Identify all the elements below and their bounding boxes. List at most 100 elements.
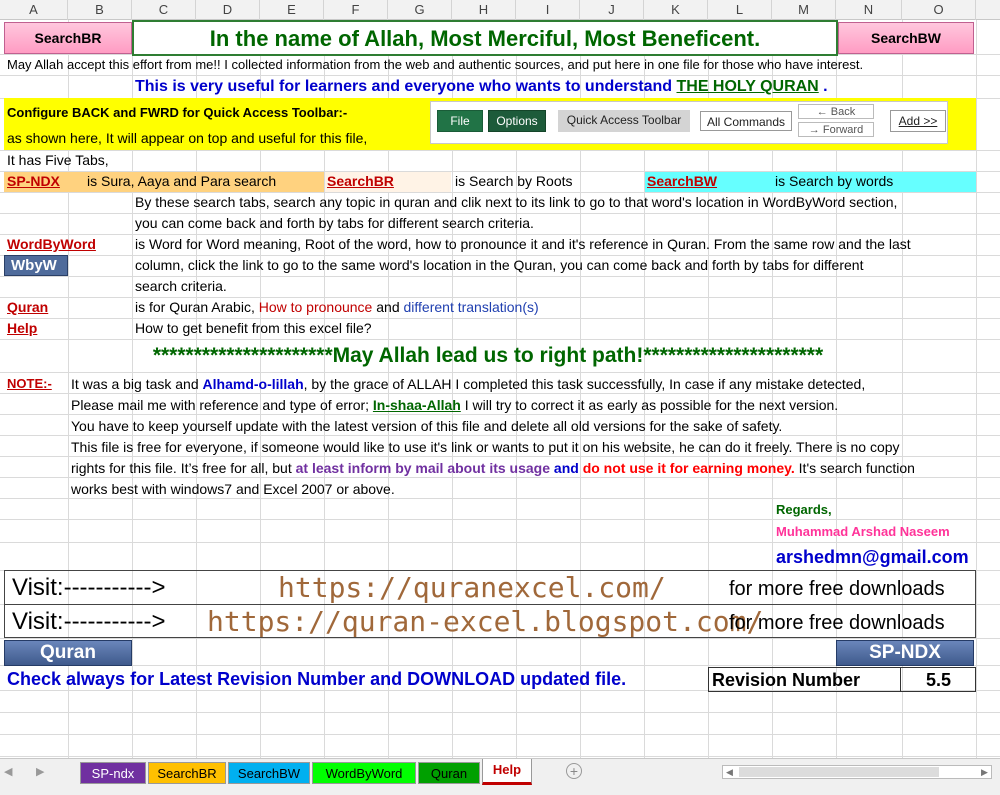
quran-row-part-4: different translation(s) — [403, 299, 539, 315]
forward-item[interactable]: → Forward — [798, 122, 874, 137]
regards-label: Regards, — [776, 502, 832, 517]
revision-value: 5.5 — [926, 670, 952, 690]
column-header-k[interactable]: K — [644, 0, 708, 20]
visit-note-1: for more free downloads — [729, 578, 945, 600]
five-tabs-text: It has Five Tabs, — [7, 152, 109, 168]
quick-access-toolbar-button[interactable]: Quick Access Toolbar — [558, 110, 690, 132]
searchbw-desc: is Search by words — [775, 173, 894, 189]
tab-searchbw[interactable]: SearchBW — [228, 762, 310, 784]
searchbr-button[interactable]: SearchBR — [4, 22, 132, 54]
add-button[interactable]: Add >> — [890, 110, 946, 132]
visit-label-2: Visit:-----------> — [12, 608, 166, 635]
note-line-2: Please mail me with reference and type o… — [71, 395, 838, 415]
note-5a: rights for this file. It’s free for all,… — [71, 460, 296, 476]
horizontal-scrollbar[interactable]: ◀ ▶ — [722, 765, 992, 779]
note-1a: It was a big task and — [71, 376, 203, 392]
note-line-5: rights for this file. It’s free for all,… — [71, 458, 915, 478]
column-header-bar: A B C D E F G H I J K L M N O — [0, 0, 1000, 20]
tab-wordbyword[interactable]: WordByWord — [312, 762, 416, 784]
column-header-i[interactable]: I — [516, 0, 580, 20]
back-label: Back — [830, 106, 856, 118]
tab-sp-ndx[interactable]: SP-ndx — [80, 762, 146, 784]
column-header-a[interactable]: A — [0, 0, 68, 20]
column-header-l[interactable]: L — [708, 0, 772, 20]
visit-url-2[interactable]: https://quran-excel.blogspot.com/ — [207, 605, 763, 639]
note-2a: Please mail me with reference and type o… — [71, 397, 373, 413]
revision-label: Revision Number — [712, 670, 861, 690]
note-5e: It's search function — [794, 460, 915, 476]
tab-quran[interactable]: Quran — [418, 762, 480, 784]
back-item[interactable]: ← Back — [798, 104, 874, 119]
hscroll-thumb[interactable] — [739, 767, 939, 777]
forward-label: Forward — [822, 124, 864, 136]
scroll-left-icon[interactable]: ◀ — [4, 765, 12, 778]
note-5b: at least inform by mail about its usage — [295, 460, 551, 476]
note-line-3: You have to keep yourself update with th… — [71, 418, 783, 434]
quran-row-part-2: How to pronounce — [258, 299, 373, 315]
spndx-desc: is Sura, Aaya and Para search — [87, 173, 277, 189]
wbw-line-2: column, click the link to go to the same… — [135, 257, 864, 273]
note-line-4: This file is free for everyone, if someo… — [71, 439, 900, 455]
help-row-text: How to get benefit from this excel file? — [135, 320, 372, 336]
spndx-link[interactable]: SP-NDX — [7, 171, 60, 191]
visit-note-2: for more free downloads — [729, 612, 945, 634]
page-title: In the name of Allah, Most Merciful, Mos… — [132, 20, 838, 56]
forward-arrow-icon: → — [808, 124, 823, 136]
column-header-j[interactable]: J — [580, 0, 644, 20]
scroll-right-icon[interactable]: ▶ — [36, 765, 44, 778]
visit-label-1: Visit:-----------> — [12, 574, 166, 601]
column-header-c[interactable]: C — [132, 0, 196, 20]
intro-line-2: This is very useful for learners and eve… — [135, 77, 828, 97]
column-header-o[interactable]: O — [902, 0, 976, 20]
wbyw-button[interactable]: WbyW — [4, 255, 68, 276]
toolbar-line-2: as shown here, It will appear on top and… — [7, 130, 368, 146]
search-line-2: you can come back and forth by tabs for … — [135, 215, 534, 231]
searchbw-button[interactable]: SearchBW — [838, 22, 974, 54]
search-line-1: By these search tabs, search any topic i… — [135, 194, 898, 210]
options-button[interactable]: Options — [488, 110, 546, 132]
toolbar-heading: Configure BACK and FWRD for Quick Access… — [7, 105, 348, 120]
quran-row-part-1: is for Quran Arabic, — [135, 299, 259, 315]
searchbr-link[interactable]: SearchBR — [327, 171, 394, 191]
wbw-line-3: search criteria. — [135, 278, 227, 294]
sheet-tabs-bar: ◀ ▶ SP-ndx SearchBR SearchBW WordByWord … — [0, 758, 1000, 795]
searchbw-link[interactable]: SearchBW — [647, 171, 717, 191]
note-5d: do not use it for earning money. — [582, 460, 795, 476]
tab-help[interactable]: Help — [482, 759, 532, 785]
all-commands-button[interactable]: All Commands — [700, 111, 792, 131]
column-header-f[interactable]: F — [324, 0, 388, 20]
wordbyword-link[interactable]: WordByWord — [7, 234, 96, 254]
right-path-banner: **********************May Allah lead us … — [152, 344, 824, 367]
intro-line-2-prefix: This is very useful for learners and eve… — [135, 78, 677, 95]
note-label: NOTE:- — [7, 376, 52, 391]
column-header-m[interactable]: M — [772, 0, 836, 20]
file-button[interactable]: File — [437, 110, 483, 132]
note-1c: , by the grace of ALLAH I completed this… — [303, 376, 866, 392]
visit-url-1[interactable]: https://quranexcel.com/ — [278, 571, 666, 605]
column-header-h[interactable]: H — [452, 0, 516, 20]
quran-row-text: is for Quran Arabic, How to pronounce an… — [135, 297, 539, 317]
note-line-1: It was a big task and Alhamd-o-lillah, b… — [71, 374, 865, 394]
help-link[interactable]: Help — [7, 318, 37, 338]
note-line-6: works best with windows7 and Excel 2007 … — [71, 481, 395, 497]
back-arrow-icon: ← — [816, 106, 831, 118]
quran-row-part-3: and — [372, 299, 404, 315]
column-header-e[interactable]: E — [260, 0, 324, 20]
note-1b: Alhamd-o-lillah — [202, 376, 304, 392]
hscroll-left-icon[interactable]: ◀ — [726, 766, 733, 779]
add-sheet-icon[interactable]: + — [566, 763, 582, 779]
revision-divider — [900, 667, 901, 692]
column-header-d[interactable]: D — [196, 0, 260, 20]
note-5c: and — [550, 460, 583, 476]
column-header-p — [976, 0, 1000, 20]
spndx-nav-button[interactable]: SP-NDX — [836, 640, 974, 666]
column-header-n[interactable]: N — [836, 0, 902, 20]
column-header-g[interactable]: G — [388, 0, 452, 20]
tab-searchbr[interactable]: SearchBR — [148, 762, 226, 784]
holy-quran-link[interactable]: THE HOLY QURAN — [676, 78, 818, 95]
author-email[interactable]: arshedmn@gmail.com — [776, 544, 969, 570]
quran-nav-button[interactable]: Quran — [4, 640, 132, 666]
quran-link[interactable]: Quran — [7, 297, 48, 317]
column-header-b[interactable]: B — [68, 0, 132, 20]
hscroll-right-icon[interactable]: ▶ — [981, 766, 988, 779]
